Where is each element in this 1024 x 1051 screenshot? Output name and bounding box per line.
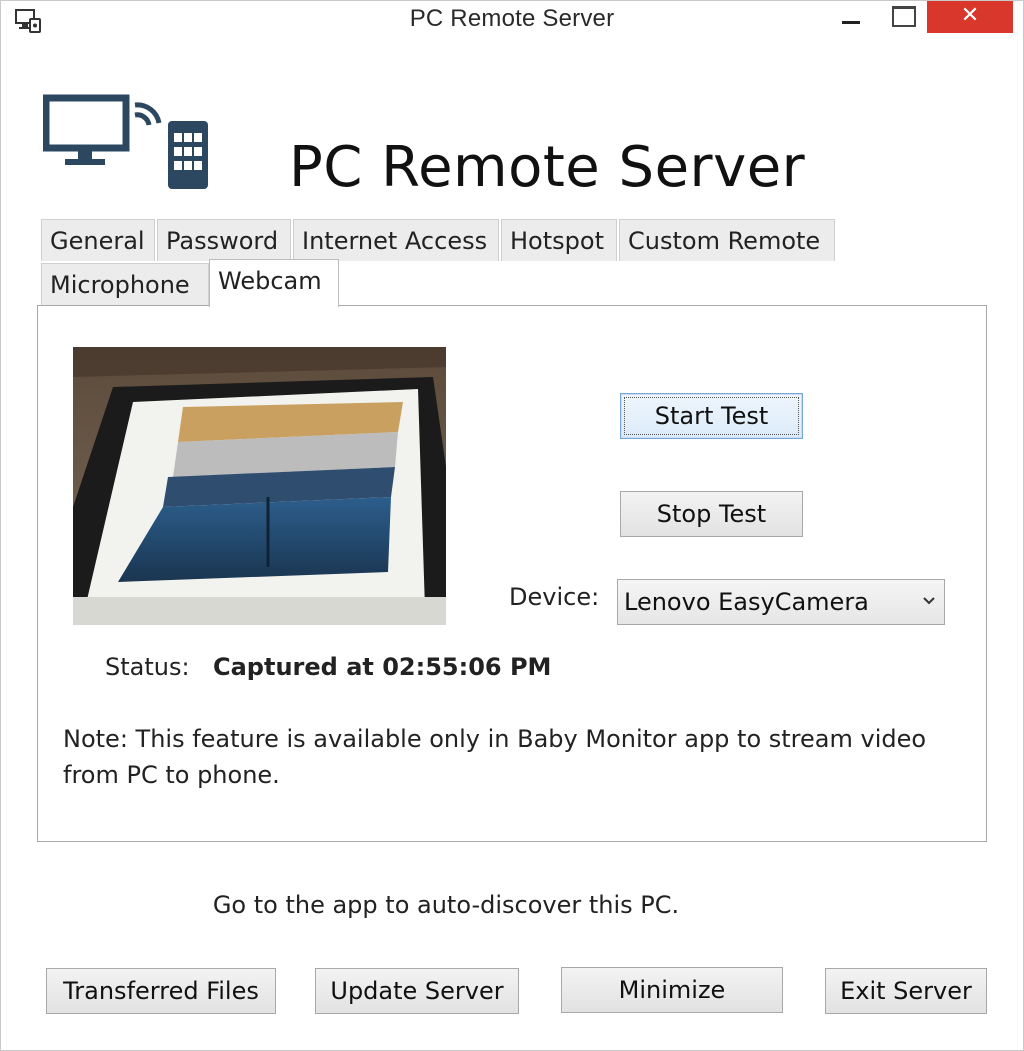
start-test-button[interactable]: Start Test (620, 393, 803, 439)
tab-custom-remote[interactable]: Custom Remote (619, 219, 835, 261)
status-value: Captured at 02:55:06 PM (213, 653, 552, 681)
stop-test-button[interactable]: Stop Test (620, 491, 803, 537)
tab-microphone[interactable]: Microphone (41, 263, 209, 305)
device-select[interactable]: Lenovo EasyCamera (617, 579, 945, 625)
close-icon: ✕ (960, 3, 980, 28)
title-bar[interactable]: PC Remote Server ✕ (1, 1, 1023, 41)
device-select-value: Lenovo EasyCamera (624, 588, 869, 616)
app-window: PC Remote Server ✕ PC Remote Server Gene… (0, 0, 1024, 1051)
update-server-button[interactable]: Update Server (315, 968, 519, 1014)
status-label: Status: (105, 653, 190, 681)
close-window-button[interactable]: ✕ (927, 1, 1013, 33)
tab-webcam[interactable]: Webcam (209, 259, 339, 307)
tab-general[interactable]: General (41, 219, 155, 261)
maximize-window-button[interactable] (881, 1, 925, 33)
minimize-button[interactable]: Minimize (561, 967, 783, 1013)
auto-discover-hint: Go to the app to auto-discover this PC. (212, 891, 680, 919)
exit-server-button[interactable]: Exit Server (825, 968, 987, 1014)
minimize-window-button[interactable] (829, 1, 873, 33)
app-heading: PC Remote Server (289, 135, 806, 200)
feature-note: Note: This feature is available only in … (63, 725, 927, 789)
transferred-files-button[interactable]: Transferred Files (46, 968, 276, 1014)
device-label: Device: (509, 583, 600, 611)
monitor-phone-wireless-icon (43, 94, 208, 189)
tab-internet-access[interactable]: Internet Access (293, 219, 499, 261)
tab-hotspot[interactable]: Hotspot (501, 219, 617, 261)
tab-password[interactable]: Password (157, 219, 291, 261)
chevron-down-icon (923, 597, 935, 605)
webcam-preview-image (73, 347, 446, 625)
